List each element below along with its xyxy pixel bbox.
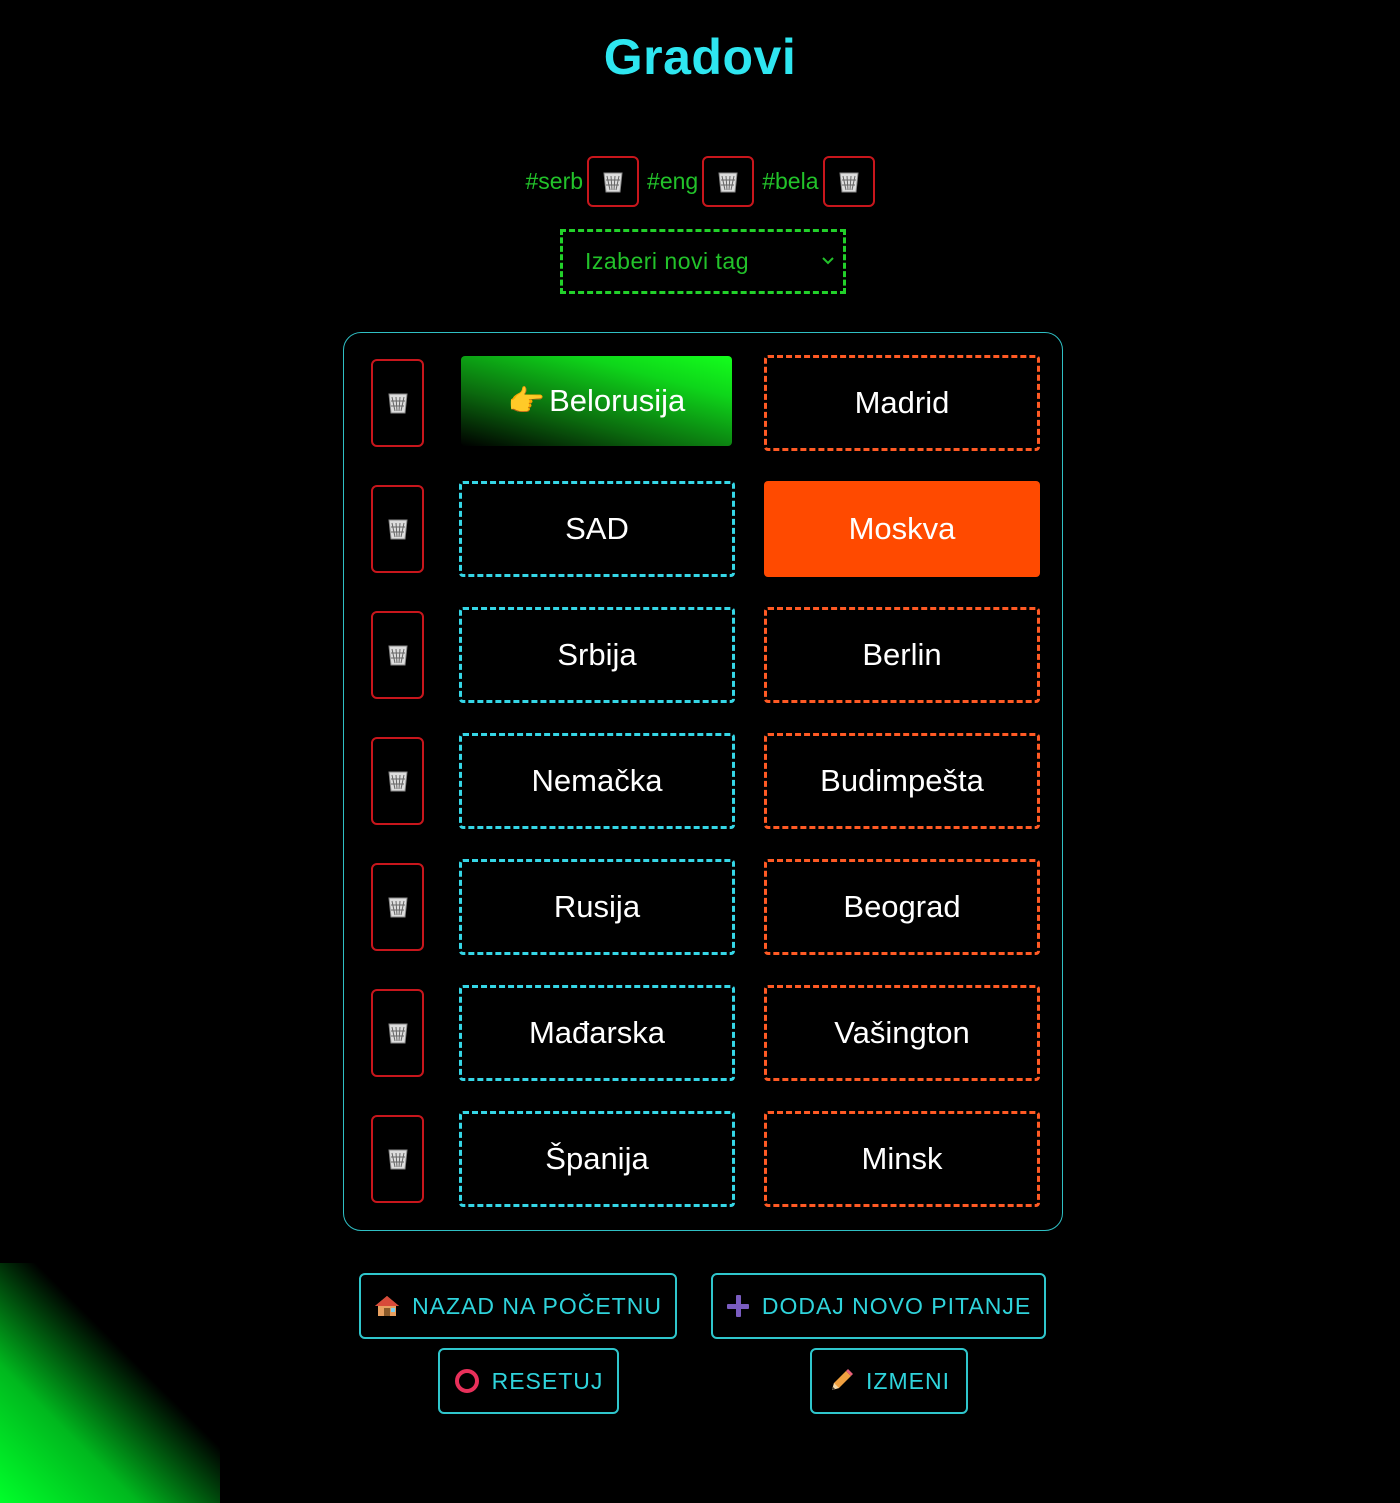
trash-icon [387, 1023, 408, 1044]
right-item-label: Moskva [848, 511, 956, 546]
trash-icon [387, 519, 408, 540]
pair-row: Nemačka Budimpešta [344, 733, 1062, 829]
pairs-panel: 👉 Belorusija Madrid SAD Moskva Srbija Be… [343, 332, 1063, 1231]
right-item[interactable]: Vašington [764, 985, 1040, 1081]
edit-button[interactable]: IZMENI [810, 1348, 968, 1414]
left-item-label: Mađarska [528, 1015, 666, 1050]
left-item-label: Španija [545, 1141, 649, 1176]
add-question-label: DODAJ NOVO PITANJE [761, 1292, 1032, 1319]
right-item[interactable]: Budimpešta [764, 733, 1040, 829]
pair-row: Srbija Berlin [344, 607, 1062, 703]
right-item[interactable]: Berlin [764, 607, 1040, 703]
tag-item: #eng [647, 156, 755, 207]
tag-label: #serb [525, 168, 584, 194]
left-item-label: Rusija [553, 889, 641, 924]
left-item[interactable]: Srbija [459, 607, 735, 703]
left-item[interactable]: SAD [459, 481, 735, 577]
pair-row: SAD Moskva [344, 481, 1062, 577]
left-item[interactable]: Rusija [459, 859, 735, 955]
right-item-label: Beograd [843, 889, 961, 924]
tag-item: #serb [526, 156, 640, 207]
edit-label: IZMENI [866, 1367, 950, 1394]
right-item[interactable]: Beograd [764, 859, 1040, 955]
right-item-label: Berlin [862, 637, 942, 672]
pair-row: Rusija Beograd [344, 859, 1062, 955]
chevron-down-icon [822, 257, 834, 265]
delete-row-button[interactable] [371, 989, 424, 1077]
back-home-label: NAZAD NA POČETNU [412, 1292, 662, 1319]
tag-label: #eng [647, 168, 699, 194]
delete-tag-button[interactable] [822, 156, 875, 207]
page-title: Gradovi [603, 29, 797, 85]
left-item[interactable]: Nemačka [459, 733, 735, 829]
pointing-hand-icon: 👉 [507, 384, 546, 418]
trash-icon [387, 897, 408, 918]
back-home-button[interactable]: NAZAD NA POČETNU [359, 1273, 677, 1339]
reset-label: RESETUJ [491, 1367, 604, 1394]
delete-row-button[interactable] [371, 863, 424, 951]
reset-button[interactable]: RESETUJ [438, 1348, 619, 1414]
tag-item: #bela [762, 156, 875, 207]
delete-row-button[interactable] [371, 485, 424, 573]
trash-icon [838, 172, 859, 192]
left-item[interactable]: Mađarska [459, 985, 735, 1081]
right-item-selected[interactable]: Moskva [764, 481, 1040, 577]
trash-icon [387, 393, 408, 414]
left-item-selected[interactable]: 👉 Belorusija [461, 356, 732, 446]
delete-row-button[interactable] [371, 359, 424, 447]
tag-label: #bela [762, 168, 819, 194]
right-item-label: Minsk [861, 1141, 943, 1176]
trash-icon [387, 771, 408, 792]
right-item-label: Vašington [834, 1015, 970, 1050]
pencil-icon [828, 1368, 854, 1394]
right-item-label: Budimpešta [820, 763, 984, 798]
pair-row: Španija Minsk [344, 1111, 1062, 1207]
right-item[interactable]: Madrid [764, 355, 1040, 451]
trash-icon [387, 1149, 408, 1170]
plus-icon [726, 1294, 750, 1318]
right-item-label: Madrid [854, 385, 950, 420]
left-item-label: SAD [565, 511, 629, 546]
delete-row-button[interactable] [371, 1115, 424, 1203]
right-item[interactable]: Minsk [764, 1111, 1040, 1207]
pair-row: 👉 Belorusija Madrid [344, 355, 1062, 451]
tag-select[interactable]: Izaberi novi tag [560, 229, 846, 294]
delete-row-button[interactable] [371, 737, 424, 825]
tag-select-placeholder: Izaberi novi tag [585, 248, 749, 274]
add-question-button[interactable]: DODAJ NOVO PITANJE [711, 1273, 1046, 1339]
house-icon [374, 1294, 400, 1318]
circle-icon [454, 1368, 480, 1394]
delete-tag-button[interactable] [702, 156, 755, 207]
left-item[interactable]: Španija [459, 1111, 735, 1207]
left-item-label: Nemačka [531, 763, 663, 798]
trash-icon [603, 172, 623, 192]
delete-row-button[interactable] [371, 611, 424, 699]
left-item-label: Srbija [557, 637, 637, 672]
tag-list: #serb #eng #bela [0, 156, 1400, 207]
trash-icon [387, 645, 408, 666]
pair-row: Mađarska Vašington [344, 985, 1062, 1081]
delete-tag-button[interactable] [587, 156, 640, 207]
left-item-label: Belorusija [549, 383, 686, 418]
trash-icon [718, 172, 738, 192]
corner-decoration [0, 1263, 220, 1503]
